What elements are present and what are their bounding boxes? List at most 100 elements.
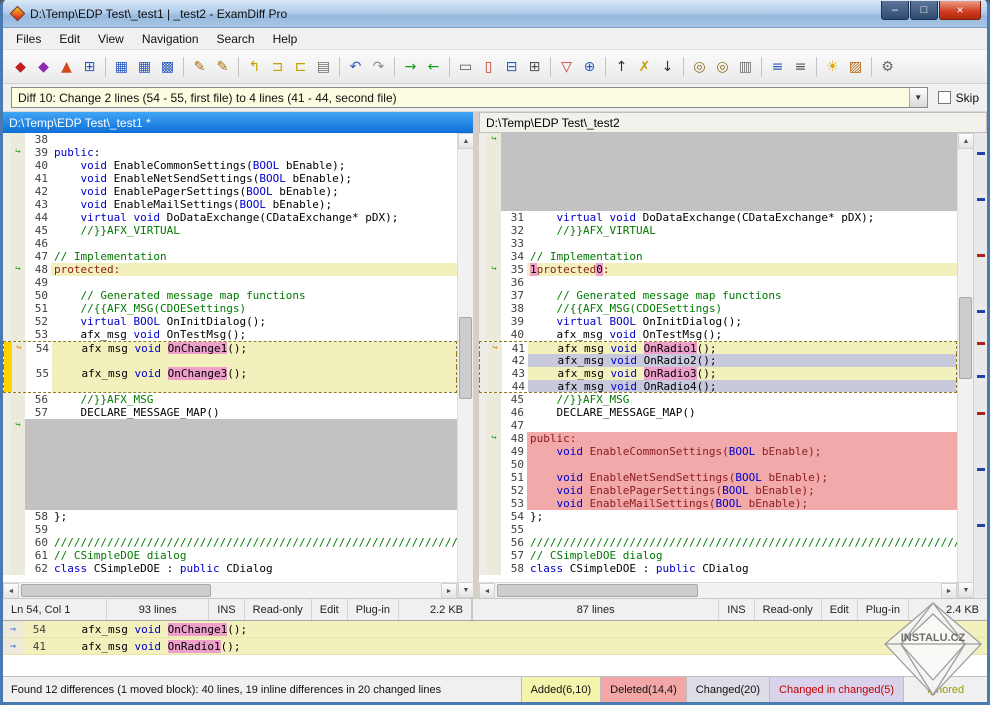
code-line[interactable]: 54};: [479, 510, 957, 523]
code-line[interactable]: 56//////////////////////////////////////…: [479, 536, 957, 549]
code-line[interactable]: 34// Implementation: [479, 250, 957, 263]
view-vertical-panes-icon[interactable]: ▯: [477, 55, 500, 79]
code-line[interactable]: 40 afx_msg void OnTestMsg();: [479, 328, 957, 341]
code-line[interactable]: 41 void EnableNetSendSettings(BOOL bEnab…: [3, 172, 457, 185]
plugins-icon[interactable]: ⚙: [876, 55, 899, 79]
code-line[interactable]: 32 //}}AFX_VIRTUAL: [479, 224, 957, 237]
diff-overview-map[interactable]: [973, 133, 987, 598]
code-line[interactable]: 42 void EnablePagerSettings(BOOL bEnable…: [3, 185, 457, 198]
code-line[interactable]: 52 void EnablePagerSettings(BOOL bEnable…: [479, 484, 957, 497]
save-first-icon[interactable]: ▦: [110, 55, 133, 79]
maximize-button[interactable]: □: [910, 1, 938, 20]
edit-first-icon[interactable]: ✎: [188, 55, 211, 79]
first-difference-icon[interactable]: ↑: [610, 55, 633, 79]
code-line[interactable]: 58};: [3, 510, 457, 523]
code-line[interactable]: [3, 354, 457, 367]
code-line[interactable]: 46: [3, 237, 457, 250]
compare-directories-icon[interactable]: ◆: [32, 55, 55, 79]
code-line[interactable]: 40 void EnableCommonSettings(BOOL bEnabl…: [3, 159, 457, 172]
redo-icon[interactable]: ↷: [367, 55, 390, 79]
detail-line[interactable]: ⇒54 afx_msg void OnChange1();: [3, 621, 987, 638]
code-line[interactable]: ↪54 afx_msg void OnChange1();: [3, 341, 457, 354]
code-line[interactable]: 47: [479, 419, 957, 432]
code-line[interactable]: 57// CSimpleDOE dialog: [479, 549, 957, 562]
alignment-gap[interactable]: ↪: [3, 419, 457, 432]
word-wrap-icon[interactable]: ≡: [789, 55, 812, 79]
alignment-gap[interactable]: [3, 497, 457, 510]
code-line[interactable]: 45 //}}AFX_VIRTUAL: [3, 224, 457, 237]
scroll-right-icon[interactable]: ►: [441, 583, 457, 599]
edit-second-icon[interactable]: ✎: [211, 55, 234, 79]
left-horizontal-scrollbar[interactable]: ◄ ►: [3, 582, 457, 598]
code-line[interactable]: 44 virtual void DoDataExchange(CDataExch…: [3, 211, 457, 224]
scrollbar-track[interactable]: [19, 583, 441, 598]
code-line[interactable]: 43 void EnableMailSettings(BOOL bEnable)…: [3, 198, 457, 211]
jump-arrow-icon[interactable]: ⇒: [3, 621, 23, 637]
open-second-icon[interactable]: ⊏: [289, 55, 312, 79]
diff-map-mark[interactable]: [977, 375, 985, 378]
right-horizontal-scrollbar[interactable]: ◄ ►: [479, 582, 957, 598]
code-line[interactable]: 49 void EnableCommonSettings(BOOL bEnabl…: [479, 445, 957, 458]
show-differences-filter-icon[interactable]: ▽: [555, 55, 578, 79]
alignment-gap[interactable]: [3, 445, 457, 458]
statistics-menu-icon[interactable]: ≡: [766, 55, 789, 79]
compare-files-icon[interactable]: ◆: [9, 55, 32, 79]
code-line[interactable]: 38: [3, 133, 457, 146]
code-line[interactable]: 50: [479, 458, 957, 471]
alignment-gap[interactable]: [479, 198, 957, 211]
code-line[interactable]: ↪41 afx_msg void OnRadio1();: [479, 341, 957, 354]
diff-selector-dropdown[interactable]: Diff 10: Change 2 lines (54 - 55, first …: [11, 87, 928, 108]
code-line[interactable]: 51 //{{AFX_MSG(CDOESettings): [3, 302, 457, 315]
code-line[interactable]: [3, 380, 457, 393]
scrollbar-thumb[interactable]: [497, 584, 698, 597]
scrollbar-thumb[interactable]: [959, 297, 972, 379]
code-line[interactable]: 47// Implementation: [3, 250, 457, 263]
scroll-up-icon[interactable]: ▲: [958, 133, 974, 149]
skip-checkbox[interactable]: [938, 91, 951, 104]
code-line[interactable]: 31 virtual void DoDataExchange(CDataExch…: [479, 211, 957, 224]
menu-item-edit[interactable]: Edit: [50, 28, 89, 49]
scroll-right-icon[interactable]: ►: [941, 583, 957, 599]
menu-item-search[interactable]: Search: [208, 28, 264, 49]
left-pane-header[interactable]: D:\Temp\EDP Test\_test1 *: [3, 112, 473, 133]
code-line[interactable]: 33: [479, 237, 957, 250]
scrollbar-track[interactable]: [958, 149, 973, 582]
menu-item-help[interactable]: Help: [264, 28, 307, 49]
code-line[interactable]: 56 //}}AFX_MSG: [3, 393, 457, 406]
alignment-gap[interactable]: [479, 159, 957, 172]
find-next-icon[interactable]: ◎: [711, 55, 734, 79]
swap-panes-icon[interactable]: ↰: [243, 55, 266, 79]
code-line[interactable]: 50 // Generated message map functions: [3, 289, 457, 302]
print-icon[interactable]: ▤: [312, 55, 335, 79]
diff-map-mark[interactable]: [977, 254, 985, 257]
jump-arrow-icon[interactable]: ⇒: [3, 638, 23, 654]
code-line[interactable]: ↪351protected0:: [479, 263, 957, 276]
options-icon[interactable]: ☀: [821, 55, 844, 79]
code-line[interactable]: ↪48public:: [479, 432, 957, 445]
code-line[interactable]: 45 //}}AFX_MSG: [479, 393, 957, 406]
scrollbar-thumb[interactable]: [459, 317, 472, 399]
detail-line[interactable]: ⇒41 afx_msg void OnRadio1();: [3, 638, 987, 655]
undo-icon[interactable]: ↶: [344, 55, 367, 79]
code-line[interactable]: 52 virtual BOOL OnInitDialog();: [3, 315, 457, 328]
code-line[interactable]: 53 void EnableMailSettings(BOOL bEnable)…: [479, 497, 957, 510]
scroll-down-icon[interactable]: ▼: [458, 582, 474, 598]
diff-map-mark[interactable]: [977, 342, 985, 345]
diff-map-mark[interactable]: [977, 310, 985, 313]
code-line[interactable]: 57 DECLARE_MESSAGE_MAP(): [3, 406, 457, 419]
alignment-gap[interactable]: [3, 484, 457, 497]
code-line[interactable]: 37 // Generated message map functions: [479, 289, 957, 302]
code-line[interactable]: ↪39public:: [3, 146, 457, 159]
left-vertical-scrollbar[interactable]: ▲ ▼: [457, 133, 473, 598]
code-line[interactable]: 62class CSimpleDOE : public CDialog: [3, 562, 457, 575]
alignment-gap[interactable]: [479, 146, 957, 159]
code-line[interactable]: 36: [479, 276, 957, 289]
alignment-gap[interactable]: [3, 458, 457, 471]
save-second-icon[interactable]: ▦: [133, 55, 156, 79]
code-line[interactable]: 55: [479, 523, 957, 536]
right-vertical-scrollbar[interactable]: ▲ ▼: [957, 133, 973, 598]
diff-map-mark[interactable]: [977, 412, 985, 415]
code-line[interactable]: 53 afx_msg void OnTestMsg();: [3, 328, 457, 341]
alignment-gap[interactable]: ↪: [479, 133, 957, 146]
code-line[interactable]: 55 afx_msg void OnChange3();: [3, 367, 457, 380]
